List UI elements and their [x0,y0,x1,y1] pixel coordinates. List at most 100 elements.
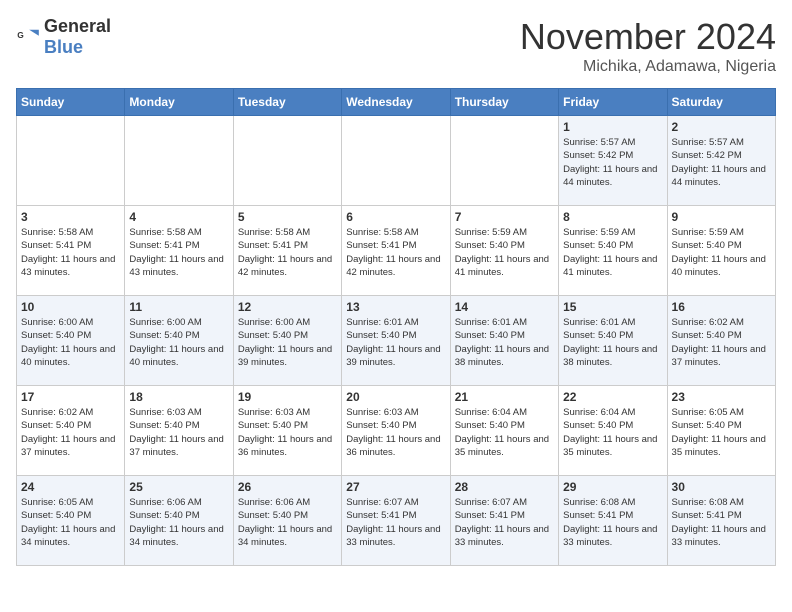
day-number: 14 [455,300,554,314]
day-number: 25 [129,480,228,494]
day-info: Sunrise: 6:01 AM Sunset: 5:40 PM Dayligh… [455,316,554,369]
day-info: Sunrise: 6:00 AM Sunset: 5:40 PM Dayligh… [238,316,337,369]
calendar-cell: 4 Sunrise: 5:58 AM Sunset: 5:41 PM Daylig… [125,206,233,296]
logo-general: General [44,16,111,36]
day-number: 13 [346,300,445,314]
weekday-header-friday: Friday [559,89,667,116]
calendar-cell: 20Sunrise: 6:03 AM Sunset: 5:40 PM Dayli… [342,386,450,476]
calendar-cell: 18 Sunrise: 6:03 AM Sunset: 5:40 PM Dayli… [125,386,233,476]
day-info: Sunrise: 5:59 AM Sunset: 5:40 PM Dayligh… [563,226,662,279]
day-info: Sunrise: 6:07 AM Sunset: 5:41 PM Dayligh… [455,496,554,549]
calendar-cell: 29 Sunrise: 6:08 AM Sunset: 5:41 PM Dayli… [559,476,667,566]
weekday-header-saturday: Saturday [667,89,775,116]
day-number: 15 [563,300,662,314]
day-number: 6 [346,210,445,224]
day-info: Sunrise: 5:58 AM Sunset: 5:41 PM Dayligh… [238,226,337,279]
weekday-header-sunday: Sunday [17,89,125,116]
calendar-week-row: 3 Sunrise: 5:58 AM Sunset: 5:41 PM Daylig… [17,206,776,296]
calendar-cell [342,116,450,206]
day-number: 3 [21,210,120,224]
calendar-cell [233,116,341,206]
calendar-week-row: 10 Sunrise: 6:00 AM Sunset: 5:40 PM Dayli… [17,296,776,386]
calendar-cell: 30 Sunrise: 6:08 AM Sunset: 5:41 PM Dayli… [667,476,775,566]
weekday-header-monday: Monday [125,89,233,116]
day-info: Sunrise: 6:03 AM Sunset: 5:40 PM Dayligh… [346,406,445,459]
day-number: 21 [455,390,554,404]
logo[interactable]: G General Blue [16,16,111,58]
day-number: 26 [238,480,337,494]
calendar-cell: 3 Sunrise: 5:58 AM Sunset: 5:41 PM Daylig… [17,206,125,296]
day-info: Sunrise: 5:59 AM Sunset: 5:40 PM Dayligh… [455,226,554,279]
day-info: Sunrise: 6:01 AM Sunset: 5:40 PM Dayligh… [563,316,662,369]
weekday-header-thursday: Thursday [450,89,558,116]
calendar-cell: 21 Sunrise: 6:04 AM Sunset: 5:40 PM Dayli… [450,386,558,476]
day-info: Sunrise: 5:57 AM Sunset: 5:42 PM Dayligh… [563,136,662,189]
day-info: Sunrise: 6:03 AM Sunset: 5:40 PM Dayligh… [238,406,337,459]
calendar-cell [450,116,558,206]
day-info: Sunrise: 6:00 AM Sunset: 5:40 PM Dayligh… [129,316,228,369]
page-header: G General Blue November 2024 Michika, Ad… [16,16,776,76]
calendar-cell: 11Sunrise: 6:00 AM Sunset: 5:40 PM Dayli… [125,296,233,386]
calendar-cell: 5Sunrise: 5:58 AM Sunset: 5:41 PM Daylig… [233,206,341,296]
calendar-cell: 12Sunrise: 6:00 AM Sunset: 5:40 PM Dayli… [233,296,341,386]
calendar-cell: 6 Sunrise: 5:58 AM Sunset: 5:41 PM Daylig… [342,206,450,296]
day-number: 17 [21,390,120,404]
logo-icon: G [16,25,40,49]
day-number: 23 [672,390,771,404]
day-number: 8 [563,210,662,224]
day-number: 19 [238,390,337,404]
day-number: 9 [672,210,771,224]
calendar-cell: 16Sunrise: 6:02 AM Sunset: 5:40 PM Dayli… [667,296,775,386]
day-info: Sunrise: 5:58 AM Sunset: 5:41 PM Dayligh… [21,226,120,279]
day-number: 27 [346,480,445,494]
logo-blue: Blue [44,37,83,57]
calendar-cell: 14 Sunrise: 6:01 AM Sunset: 5:40 PM Dayli… [450,296,558,386]
day-info: Sunrise: 6:08 AM Sunset: 5:41 PM Dayligh… [672,496,771,549]
day-number: 18 [129,390,228,404]
day-number: 1 [563,120,662,134]
day-info: Sunrise: 6:01 AM Sunset: 5:40 PM Dayligh… [346,316,445,369]
month-title: November 2024 [520,16,776,58]
calendar-week-row: 24 Sunrise: 6:05 AM Sunset: 5:40 PM Dayli… [17,476,776,566]
day-info: Sunrise: 6:07 AM Sunset: 5:41 PM Dayligh… [346,496,445,549]
calendar-cell: 1 Sunrise: 5:57 AM Sunset: 5:42 PM Daylig… [559,116,667,206]
day-number: 28 [455,480,554,494]
calendar-cell [17,116,125,206]
weekday-header-wednesday: Wednesday [342,89,450,116]
title-block: November 2024 Michika, Adamawa, Nigeria [520,16,776,76]
calendar-cell: 27 Sunrise: 6:07 AM Sunset: 5:41 PM Dayli… [342,476,450,566]
day-info: Sunrise: 5:58 AM Sunset: 5:41 PM Dayligh… [129,226,228,279]
calendar-cell: 13 Sunrise: 6:01 AM Sunset: 5:40 PM Dayli… [342,296,450,386]
calendar-cell: 8 Sunrise: 5:59 AM Sunset: 5:40 PM Daylig… [559,206,667,296]
day-number: 16 [672,300,771,314]
calendar-header-row: SundayMondayTuesdayWednesdayThursdayFrid… [17,89,776,116]
day-info: Sunrise: 6:04 AM Sunset: 5:40 PM Dayligh… [563,406,662,459]
day-info: Sunrise: 6:05 AM Sunset: 5:40 PM Dayligh… [21,496,120,549]
weekday-header-tuesday: Tuesday [233,89,341,116]
calendar-cell: 23 Sunrise: 6:05 AM Sunset: 5:40 PM Dayli… [667,386,775,476]
day-info: Sunrise: 5:59 AM Sunset: 5:40 PM Dayligh… [672,226,771,279]
calendar-cell: 7Sunrise: 5:59 AM Sunset: 5:40 PM Daylig… [450,206,558,296]
day-info: Sunrise: 6:06 AM Sunset: 5:40 PM Dayligh… [238,496,337,549]
calendar-week-row: 17 Sunrise: 6:02 AM Sunset: 5:40 PM Dayli… [17,386,776,476]
day-number: 2 [672,120,771,134]
day-info: Sunrise: 6:06 AM Sunset: 5:40 PM Dayligh… [129,496,228,549]
day-info: Sunrise: 6:00 AM Sunset: 5:40 PM Dayligh… [21,316,120,369]
calendar-cell: 17 Sunrise: 6:02 AM Sunset: 5:40 PM Dayli… [17,386,125,476]
day-number: 10 [21,300,120,314]
day-info: Sunrise: 6:04 AM Sunset: 5:40 PM Dayligh… [455,406,554,459]
day-number: 30 [672,480,771,494]
day-info: Sunrise: 6:02 AM Sunset: 5:40 PM Dayligh… [21,406,120,459]
day-info: Sunrise: 6:05 AM Sunset: 5:40 PM Dayligh… [672,406,771,459]
day-number: 29 [563,480,662,494]
location-title: Michika, Adamawa, Nigeria [520,58,776,76]
calendar-cell: 22Sunrise: 6:04 AM Sunset: 5:40 PM Dayli… [559,386,667,476]
day-info: Sunrise: 6:08 AM Sunset: 5:41 PM Dayligh… [563,496,662,549]
calendar-cell: 19 Sunrise: 6:03 AM Sunset: 5:40 PM Dayli… [233,386,341,476]
calendar-cell: 24 Sunrise: 6:05 AM Sunset: 5:40 PM Dayli… [17,476,125,566]
calendar-table: SundayMondayTuesdayWednesdayThursdayFrid… [16,88,776,566]
day-number: 4 [129,210,228,224]
day-info: Sunrise: 6:03 AM Sunset: 5:40 PM Dayligh… [129,406,228,459]
day-number: 24 [21,480,120,494]
day-info: Sunrise: 5:58 AM Sunset: 5:41 PM Dayligh… [346,226,445,279]
